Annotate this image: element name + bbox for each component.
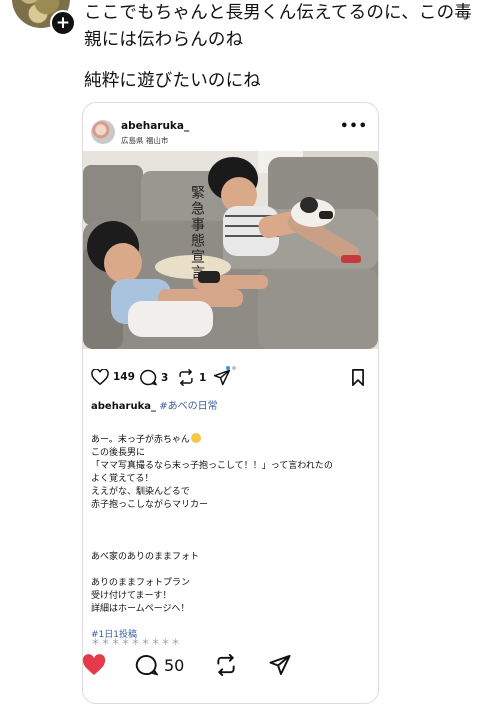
- embed-avatar[interactable]: [91, 120, 115, 144]
- caption-line: あー。末っ子が赤ちゃん: [91, 433, 371, 447]
- comment-count: 3: [161, 371, 169, 384]
- embed-username[interactable]: abeharuka_: [121, 120, 189, 132]
- post-text-line: 純粋に遊びたいのにね: [84, 71, 261, 91]
- heart-filled-icon[interactable]: [82, 654, 106, 676]
- bookmark-icon[interactable]: [351, 369, 365, 386]
- repost-icon[interactable]: [214, 654, 238, 676]
- comment-icon[interactable]: [139, 369, 157, 386]
- caption-line: 赤子抱っこしながらマリカー: [91, 500, 209, 510]
- send-icon[interactable]: [213, 369, 231, 386]
- embed-actions: 149 3 1: [83, 369, 378, 395]
- follow-plus-icon[interactable]: +: [50, 10, 76, 36]
- more-options-icon[interactable]: •••: [340, 119, 368, 134]
- repost-count: 1: [199, 371, 207, 384]
- post-actions: 50: [0, 652, 500, 682]
- caption-line: よく覚えてる！: [91, 474, 154, 484]
- post-text-line: 親には伝わらんのね: [84, 30, 244, 50]
- save-action[interactable]: [351, 369, 365, 386]
- post-body: ここでもちゃんと長男くん伝えてるのに、この毒 親には伝わらんのね 純粋に遊びたい…: [84, 0, 489, 109]
- embed-photo[interactable]: 緊急事態宣言: [83, 151, 378, 349]
- photo-caption-text: 緊急事態宣言: [189, 185, 205, 281]
- repost-action[interactable]: 1: [177, 369, 206, 386]
- heart-icon[interactable]: [91, 369, 109, 385]
- caption-decoration: ＊＊＊＊＊＊＊＊＊: [91, 638, 182, 648]
- send-icon[interactable]: [268, 654, 292, 676]
- like-action[interactable]: 149: [91, 369, 135, 385]
- emoji-icon: [190, 433, 201, 443]
- owner-username[interactable]: abeharuka_: [91, 401, 156, 412]
- caption-line: あべ家のありのままフォト: [91, 552, 200, 562]
- caption-line: 「ママ写真撮るなら末っ子抱っこして！！」って言われたの: [91, 461, 333, 471]
- caption-line: 受け付けてまーす！: [91, 591, 172, 601]
- caption-line: 詳細はホームページへ！: [91, 604, 190, 614]
- comment-count: 50: [164, 656, 185, 675]
- comment-action[interactable]: 3: [139, 369, 168, 386]
- share-action[interactable]: [213, 369, 231, 386]
- comment-icon[interactable]: [134, 654, 158, 676]
- repost-icon[interactable]: [177, 369, 195, 386]
- photo-illustration: [83, 151, 378, 349]
- post-text-line: ここでもちゃんと長男くん伝えてるのに、この毒: [84, 3, 472, 23]
- caption-line: ありのままフォトプラン: [91, 578, 191, 588]
- embed-header: abeharuka_ 広島県 福山市 •••: [83, 103, 378, 151]
- caption-line: ええがな、馴染んどるで: [91, 487, 190, 497]
- embed-location[interactable]: 広島県 福山市: [121, 135, 168, 146]
- owner-hashtag[interactable]: #あべの日常: [159, 401, 217, 412]
- embedded-instagram-card[interactable]: abeharuka_ 広島県 福山市 ••• 緊急事態宣言 149 3 1 ab…: [82, 102, 379, 704]
- embed-caption: あー。末っ子が赤ちゃん この後長男に 「ママ写真撮るなら末っ子抱っこして！！」っ…: [91, 433, 371, 642]
- like-count: 149: [113, 371, 135, 383]
- embed-owner-line: abeharuka_ #あべの日常: [91, 397, 218, 412]
- caption-line: この後長男に: [91, 448, 146, 458]
